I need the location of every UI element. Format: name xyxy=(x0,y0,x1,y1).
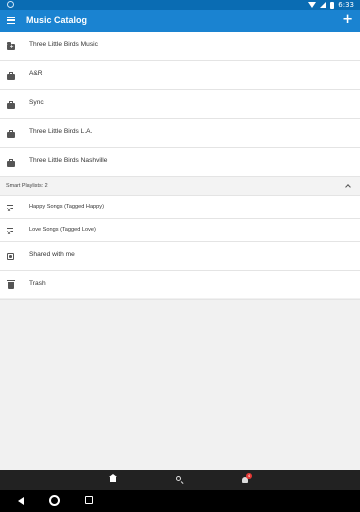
smart-playlist-label: Love Songs (Tagged Love) xyxy=(29,227,96,233)
catalog-item[interactable]: + Three Little Birds Music xyxy=(0,32,360,61)
bottom-nav: 4 xyxy=(0,470,360,490)
catalog-item-label: Sync xyxy=(29,99,44,106)
smart-playlist-item[interactable]: Happy Songs (Tagged Happy) xyxy=(0,196,360,219)
status-time: 6:33 xyxy=(338,1,354,9)
chevron-up-icon[interactable] xyxy=(345,184,351,190)
shared-icon xyxy=(7,253,14,260)
smart-playlist-label: Happy Songs (Tagged Happy) xyxy=(29,204,104,210)
catalog-item-label: A&R xyxy=(29,70,43,77)
catalog-item[interactable]: A&R xyxy=(0,61,360,90)
battery-icon xyxy=(330,1,335,9)
briefcase-icon xyxy=(7,130,15,138)
shared-with-me-item[interactable]: Shared with me xyxy=(0,242,360,271)
catalog-item[interactable]: Sync xyxy=(0,90,360,119)
briefcase-icon xyxy=(7,159,15,167)
back-icon[interactable] xyxy=(18,497,24,505)
menu-icon[interactable] xyxy=(7,17,15,24)
catalog-item[interactable]: Three Little Birds L.A. xyxy=(0,119,360,148)
catalog-item-label: Three Little Birds Music xyxy=(29,41,98,48)
search-icon[interactable] xyxy=(176,476,181,481)
catalog-item-label: Three Little Birds Nashville xyxy=(29,157,108,164)
system-home-icon[interactable] xyxy=(49,495,60,506)
trash-label: Trash xyxy=(29,280,46,287)
catalog-list: + Three Little Birds Music A&R Sync Thre… xyxy=(0,32,360,300)
catalog-item-label: Three Little Birds L.A. xyxy=(29,128,93,135)
page-title: Music Catalog xyxy=(26,15,88,25)
folder-add-icon: + xyxy=(7,42,15,50)
trash-item[interactable]: Trash xyxy=(0,271,360,300)
smart-playlists-count: Smart Playlists: 2 xyxy=(6,183,48,189)
add-icon[interactable]: + xyxy=(342,13,353,27)
recent-apps-icon[interactable] xyxy=(85,496,93,504)
app-bar: Music Catalog + xyxy=(0,10,360,32)
smart-playlist-item[interactable]: Love Songs (Tagged Love) xyxy=(0,219,360,242)
catalog-item[interactable]: Three Little Birds Nashville xyxy=(0,148,360,177)
wifi-icon xyxy=(308,2,317,8)
home-icon[interactable] xyxy=(108,474,117,482)
sync-status-icon xyxy=(7,1,14,8)
smart-playlist-icon xyxy=(7,228,15,235)
system-navigation-bar xyxy=(0,490,360,512)
status-bar: 6:33 xyxy=(0,0,360,10)
briefcase-icon xyxy=(7,101,15,109)
cellular-icon xyxy=(320,2,327,8)
trash-icon xyxy=(7,280,15,289)
smart-playlist-icon xyxy=(7,205,15,212)
briefcase-icon xyxy=(7,72,15,80)
shared-with-me-label: Shared with me xyxy=(29,251,75,258)
notification-badge: 4 xyxy=(246,473,252,479)
smart-playlists-header[interactable]: Smart Playlists: 2 xyxy=(0,177,360,196)
